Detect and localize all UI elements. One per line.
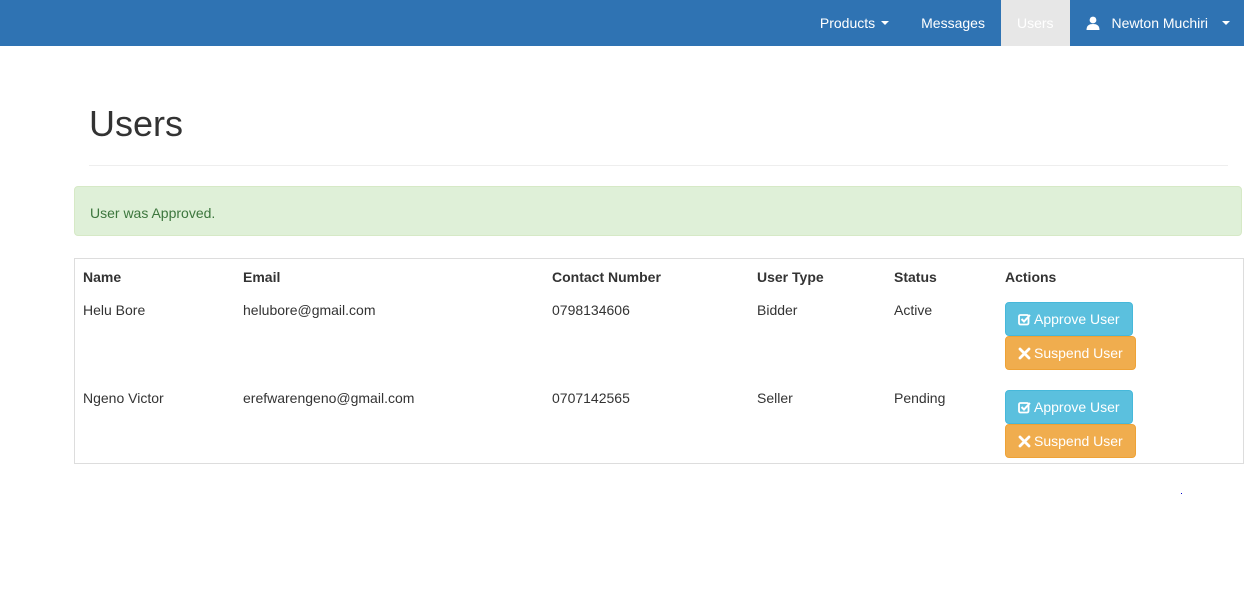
title-divider bbox=[89, 165, 1228, 166]
cell-status: Active bbox=[894, 302, 933, 318]
approve-user-button[interactable]: Approve User bbox=[1005, 390, 1133, 424]
check-square-icon bbox=[1018, 314, 1031, 326]
suspend-user-label: Suspend User bbox=[1034, 433, 1123, 449]
approve-user-label: Approve User bbox=[1034, 399, 1120, 415]
suspend-user-button[interactable]: Suspend User bbox=[1005, 336, 1136, 370]
cell-email: helubore@gmail.com bbox=[243, 302, 376, 318]
users-table-container: Name Email Contact Number User Type Stat… bbox=[74, 258, 1244, 464]
navbar-menu: Products Messages Users Newton Muchiri bbox=[804, 0, 1244, 46]
nav-users[interactable]: Users bbox=[1000, 0, 1070, 46]
cell-email: erefwarengeno@gmail.com bbox=[243, 390, 415, 406]
nav-messages-label: Messages bbox=[921, 15, 985, 31]
table-header-row: Name Email Contact Number User Type Stat… bbox=[75, 259, 1243, 294]
suspend-user-label: Suspend User bbox=[1034, 345, 1123, 361]
approve-user-button[interactable]: Approve User bbox=[1005, 302, 1133, 336]
cell-user-type: Seller bbox=[757, 390, 793, 406]
cell-user-type: Bidder bbox=[757, 302, 798, 318]
header-status: Status bbox=[894, 269, 937, 285]
header-user-type: User Type bbox=[757, 269, 824, 285]
user-icon bbox=[1086, 16, 1100, 30]
top-navbar: Products Messages Users Newton Muchiri bbox=[0, 0, 1244, 46]
nav-products-dropdown[interactable]: Products bbox=[804, 0, 905, 46]
header-contact-number: Contact Number bbox=[552, 269, 661, 285]
user-menu-dropdown[interactable]: Newton Muchiri bbox=[1070, 0, 1244, 46]
cell-actions: Approve User Suspend User bbox=[997, 382, 1243, 466]
alert-message: User was Approved. bbox=[90, 205, 216, 221]
header-email: Email bbox=[243, 269, 281, 285]
cell-status: Pending bbox=[894, 390, 946, 406]
caret-down-icon bbox=[881, 21, 890, 25]
success-alert: User was Approved. bbox=[74, 186, 1242, 236]
cell-name: Helu Bore bbox=[83, 302, 146, 318]
cell-name: Ngeno Victor bbox=[83, 390, 164, 406]
caret-down-icon bbox=[1222, 21, 1230, 25]
user-name: Newton Muchiri bbox=[1111, 15, 1208, 31]
cell-contact: 0707142565 bbox=[552, 390, 630, 406]
nav-products-label: Products bbox=[819, 15, 876, 31]
stray-dot bbox=[1181, 493, 1182, 494]
header-name: Name bbox=[83, 269, 122, 285]
nav-users-label: Users bbox=[1016, 15, 1054, 31]
cell-actions: Approve User Suspend User bbox=[997, 294, 1243, 382]
approve-user-label: Approve User bbox=[1034, 311, 1120, 327]
users-table: Name Email Contact Number User Type Stat… bbox=[75, 259, 1243, 466]
cell-contact: 0798134606 bbox=[552, 302, 630, 318]
table-row: Helu Bore helubore@gmail.com 0798134606 … bbox=[75, 294, 1243, 382]
table-row: Ngeno Victor erefwarengeno@gmail.com 070… bbox=[75, 382, 1243, 466]
times-icon bbox=[1018, 435, 1031, 448]
action-buttons: Approve User Suspend User bbox=[1005, 390, 1235, 458]
suspend-user-button[interactable]: Suspend User bbox=[1005, 424, 1136, 458]
times-icon bbox=[1018, 347, 1031, 360]
action-buttons: Approve User Suspend User bbox=[1005, 302, 1235, 370]
nav-messages[interactable]: Messages bbox=[905, 0, 1001, 46]
page-title: Users bbox=[89, 103, 184, 144]
check-square-icon bbox=[1018, 402, 1031, 414]
header-actions: Actions bbox=[1005, 269, 1057, 285]
